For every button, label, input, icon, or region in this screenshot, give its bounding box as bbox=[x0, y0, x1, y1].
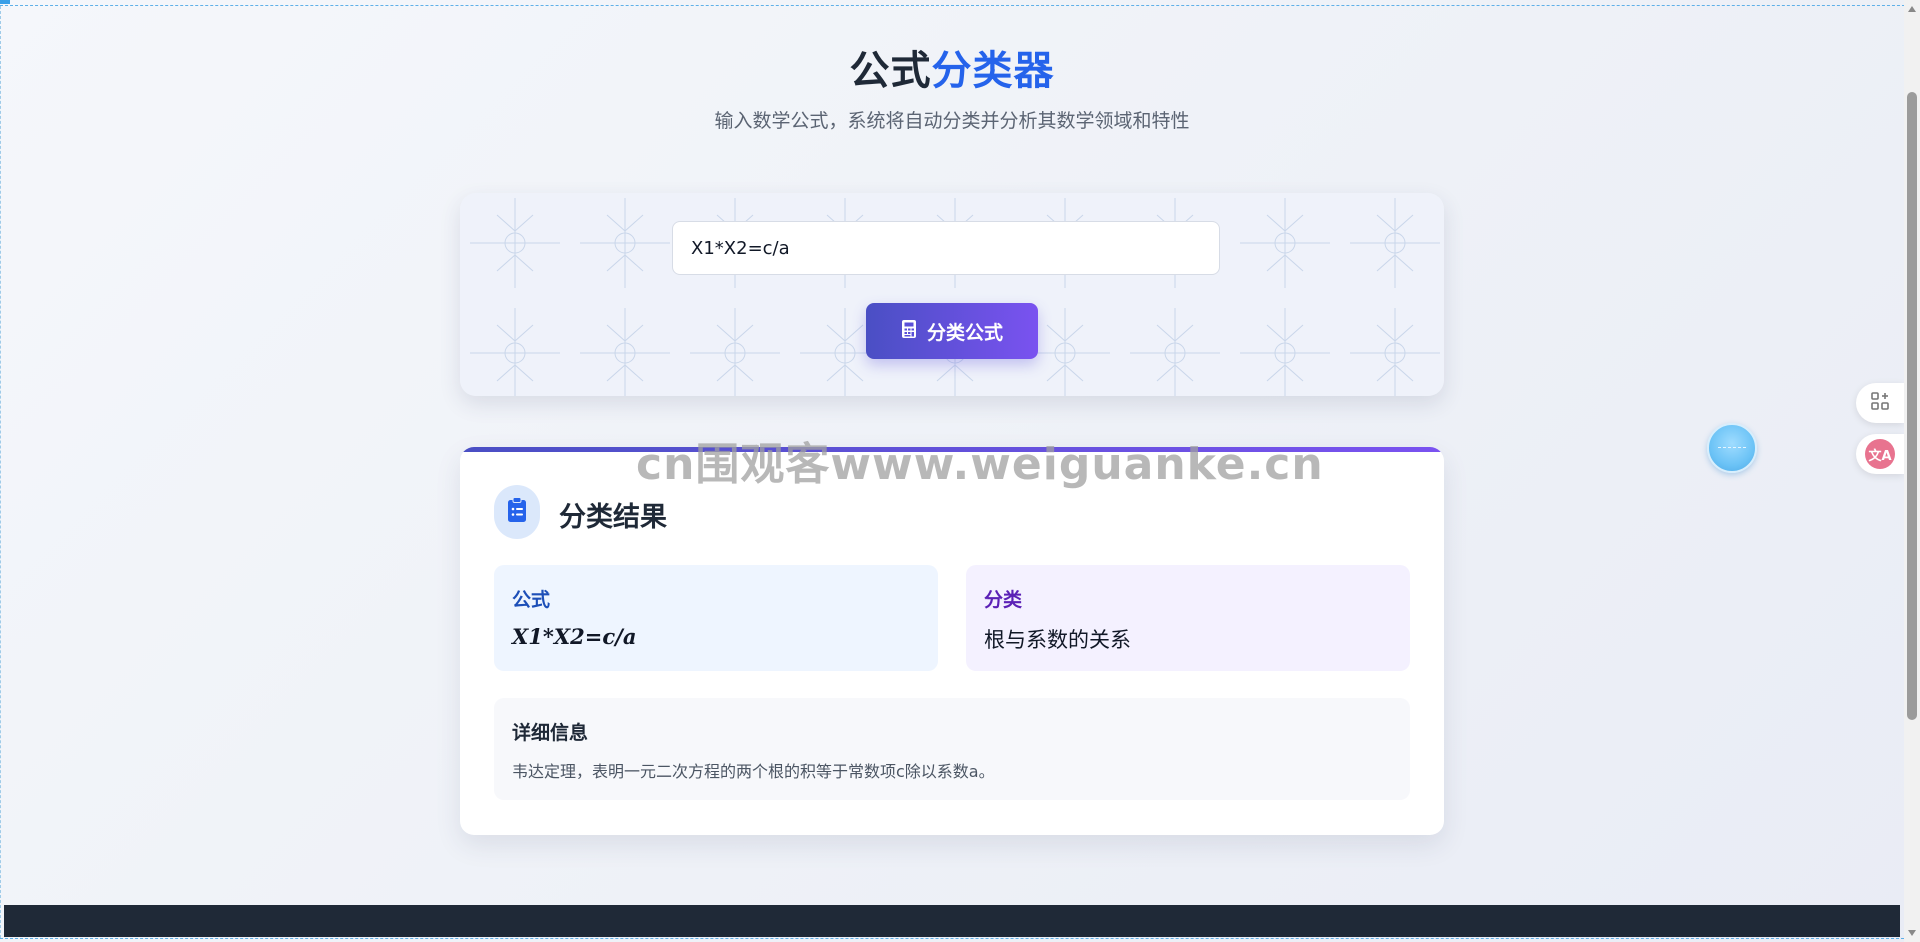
vertical-scrollbar[interactable] bbox=[1904, 0, 1920, 942]
page-subtitle: 输入数学公式，系统将自动分类并分析其数学领域和特性 bbox=[714, 110, 1190, 132]
classify-button-label: 分类公式 bbox=[926, 321, 1003, 344]
side-tool-translate[interactable]: 文A bbox=[1856, 434, 1904, 474]
side-tool-grid[interactable] bbox=[1856, 383, 1904, 423]
category-box: 分类 根与系数的关系 bbox=[966, 565, 1410, 671]
calculator-icon bbox=[901, 319, 917, 344]
details-text: 韦达定理，表明一元二次方程的两个根的积等于常数项c除以系数a。 bbox=[512, 762, 995, 781]
translate-icon: 文A bbox=[1865, 439, 1895, 469]
result-card: 分类结果 公式 X1*X2=c/a 分类 根与系数的关系 详细信息 韦达定理，表… bbox=[460, 447, 1444, 835]
result-title: 分类结果 bbox=[559, 502, 667, 533]
details-box: 详细信息 韦达定理，表明一元二次方程的两个根的积等于常数项c除以系数a。 bbox=[494, 698, 1410, 800]
formula-label: 公式 bbox=[512, 589, 551, 611]
category-value: 根与系数的关系 bbox=[984, 628, 1131, 652]
clipboard-list-icon bbox=[507, 497, 527, 527]
scrollbar-thumb[interactable] bbox=[1907, 92, 1917, 720]
bottom-border bbox=[0, 938, 1904, 939]
details-label: 详细信息 bbox=[512, 722, 589, 744]
pattern-motif bbox=[1240, 308, 1330, 396]
formula-box: 公式 X1*X2=c/a bbox=[494, 565, 938, 671]
left-border bbox=[0, 6, 1, 938]
footer-bar bbox=[4, 905, 1900, 937]
formula-input-card: 分类公式 bbox=[460, 193, 1444, 396]
grid-add-icon bbox=[1870, 391, 1890, 415]
category-label: 分类 bbox=[984, 589, 1023, 611]
result-icon-badge bbox=[494, 485, 540, 539]
pattern-motif bbox=[1240, 198, 1330, 288]
pattern-motif bbox=[470, 308, 560, 396]
scroll-down-arrow-icon[interactable] bbox=[1908, 930, 1916, 936]
watermark: cn围观客www.weiguanke.cn bbox=[636, 439, 1324, 490]
top-border bbox=[0, 0, 1920, 6]
formula-input[interactable] bbox=[672, 221, 1220, 275]
scroll-up-arrow-icon[interactable] bbox=[1908, 6, 1916, 12]
pattern-motif bbox=[1130, 308, 1220, 396]
pattern-motif bbox=[1350, 198, 1440, 288]
classify-button[interactable]: 分类公式 bbox=[866, 303, 1038, 359]
formula-value: X1*X2=c/a bbox=[512, 624, 637, 649]
pattern-motif bbox=[580, 308, 670, 396]
pattern-motif bbox=[690, 308, 780, 396]
page-title: 公式分类器 bbox=[0, 38, 1904, 96]
page-title-highlight: 分类器 bbox=[931, 48, 1055, 94]
pattern-motif bbox=[580, 198, 670, 288]
pattern-motif bbox=[470, 198, 560, 288]
pattern-motif bbox=[1350, 308, 1440, 396]
page-title-main: 公式 bbox=[849, 48, 932, 94]
floating-assistant-ball[interactable] bbox=[1707, 423, 1757, 473]
